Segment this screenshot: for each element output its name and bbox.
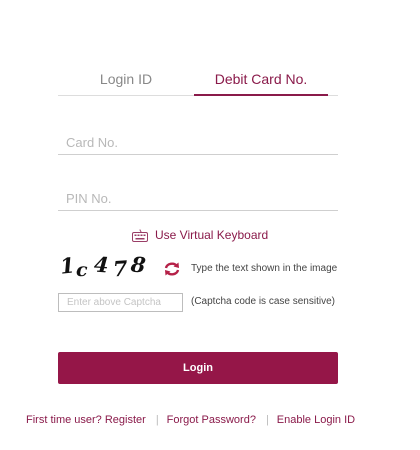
virtual-keyboard-label: Use Virtual Keyboard xyxy=(155,228,269,242)
captcha-char: 1 xyxy=(58,252,76,279)
captcha-char: 4 xyxy=(93,251,110,278)
captcha-hint: Type the text shown in the image xyxy=(191,263,338,274)
pin-number-input[interactable] xyxy=(58,187,338,211)
keyboard-icon xyxy=(132,229,148,242)
tab-login-id[interactable]: Login ID xyxy=(58,68,194,94)
footer-separator: | xyxy=(155,414,159,426)
refresh-icon[interactable] xyxy=(163,261,181,277)
captcha-char: 8 xyxy=(129,251,147,278)
captcha-char: c xyxy=(76,259,88,281)
tab-debit-card[interactable]: Debit Card No. xyxy=(194,68,328,96)
card-number-input[interactable] xyxy=(58,131,338,155)
register-link[interactable]: First time user? Register xyxy=(26,414,146,426)
captcha-char: 7 xyxy=(112,255,129,282)
forgot-password-link[interactable]: Forgot Password? xyxy=(167,414,256,426)
login-tabs: Login ID Debit Card No. xyxy=(58,68,338,96)
enable-login-id-link[interactable]: Enable Login ID xyxy=(277,414,355,426)
virtual-keyboard-link[interactable]: Use Virtual Keyboard xyxy=(132,226,268,244)
captcha-input[interactable] xyxy=(58,293,183,312)
footer-separator: | xyxy=(265,414,269,426)
login-button[interactable]: Login xyxy=(58,352,338,384)
footer-links: First time user? Register | Forgot Passwor… xyxy=(26,414,355,426)
captcha-case-note: (Captcha code is case sensitive) xyxy=(191,296,335,307)
captcha-image: 1 c 4 7 8 xyxy=(58,251,154,282)
